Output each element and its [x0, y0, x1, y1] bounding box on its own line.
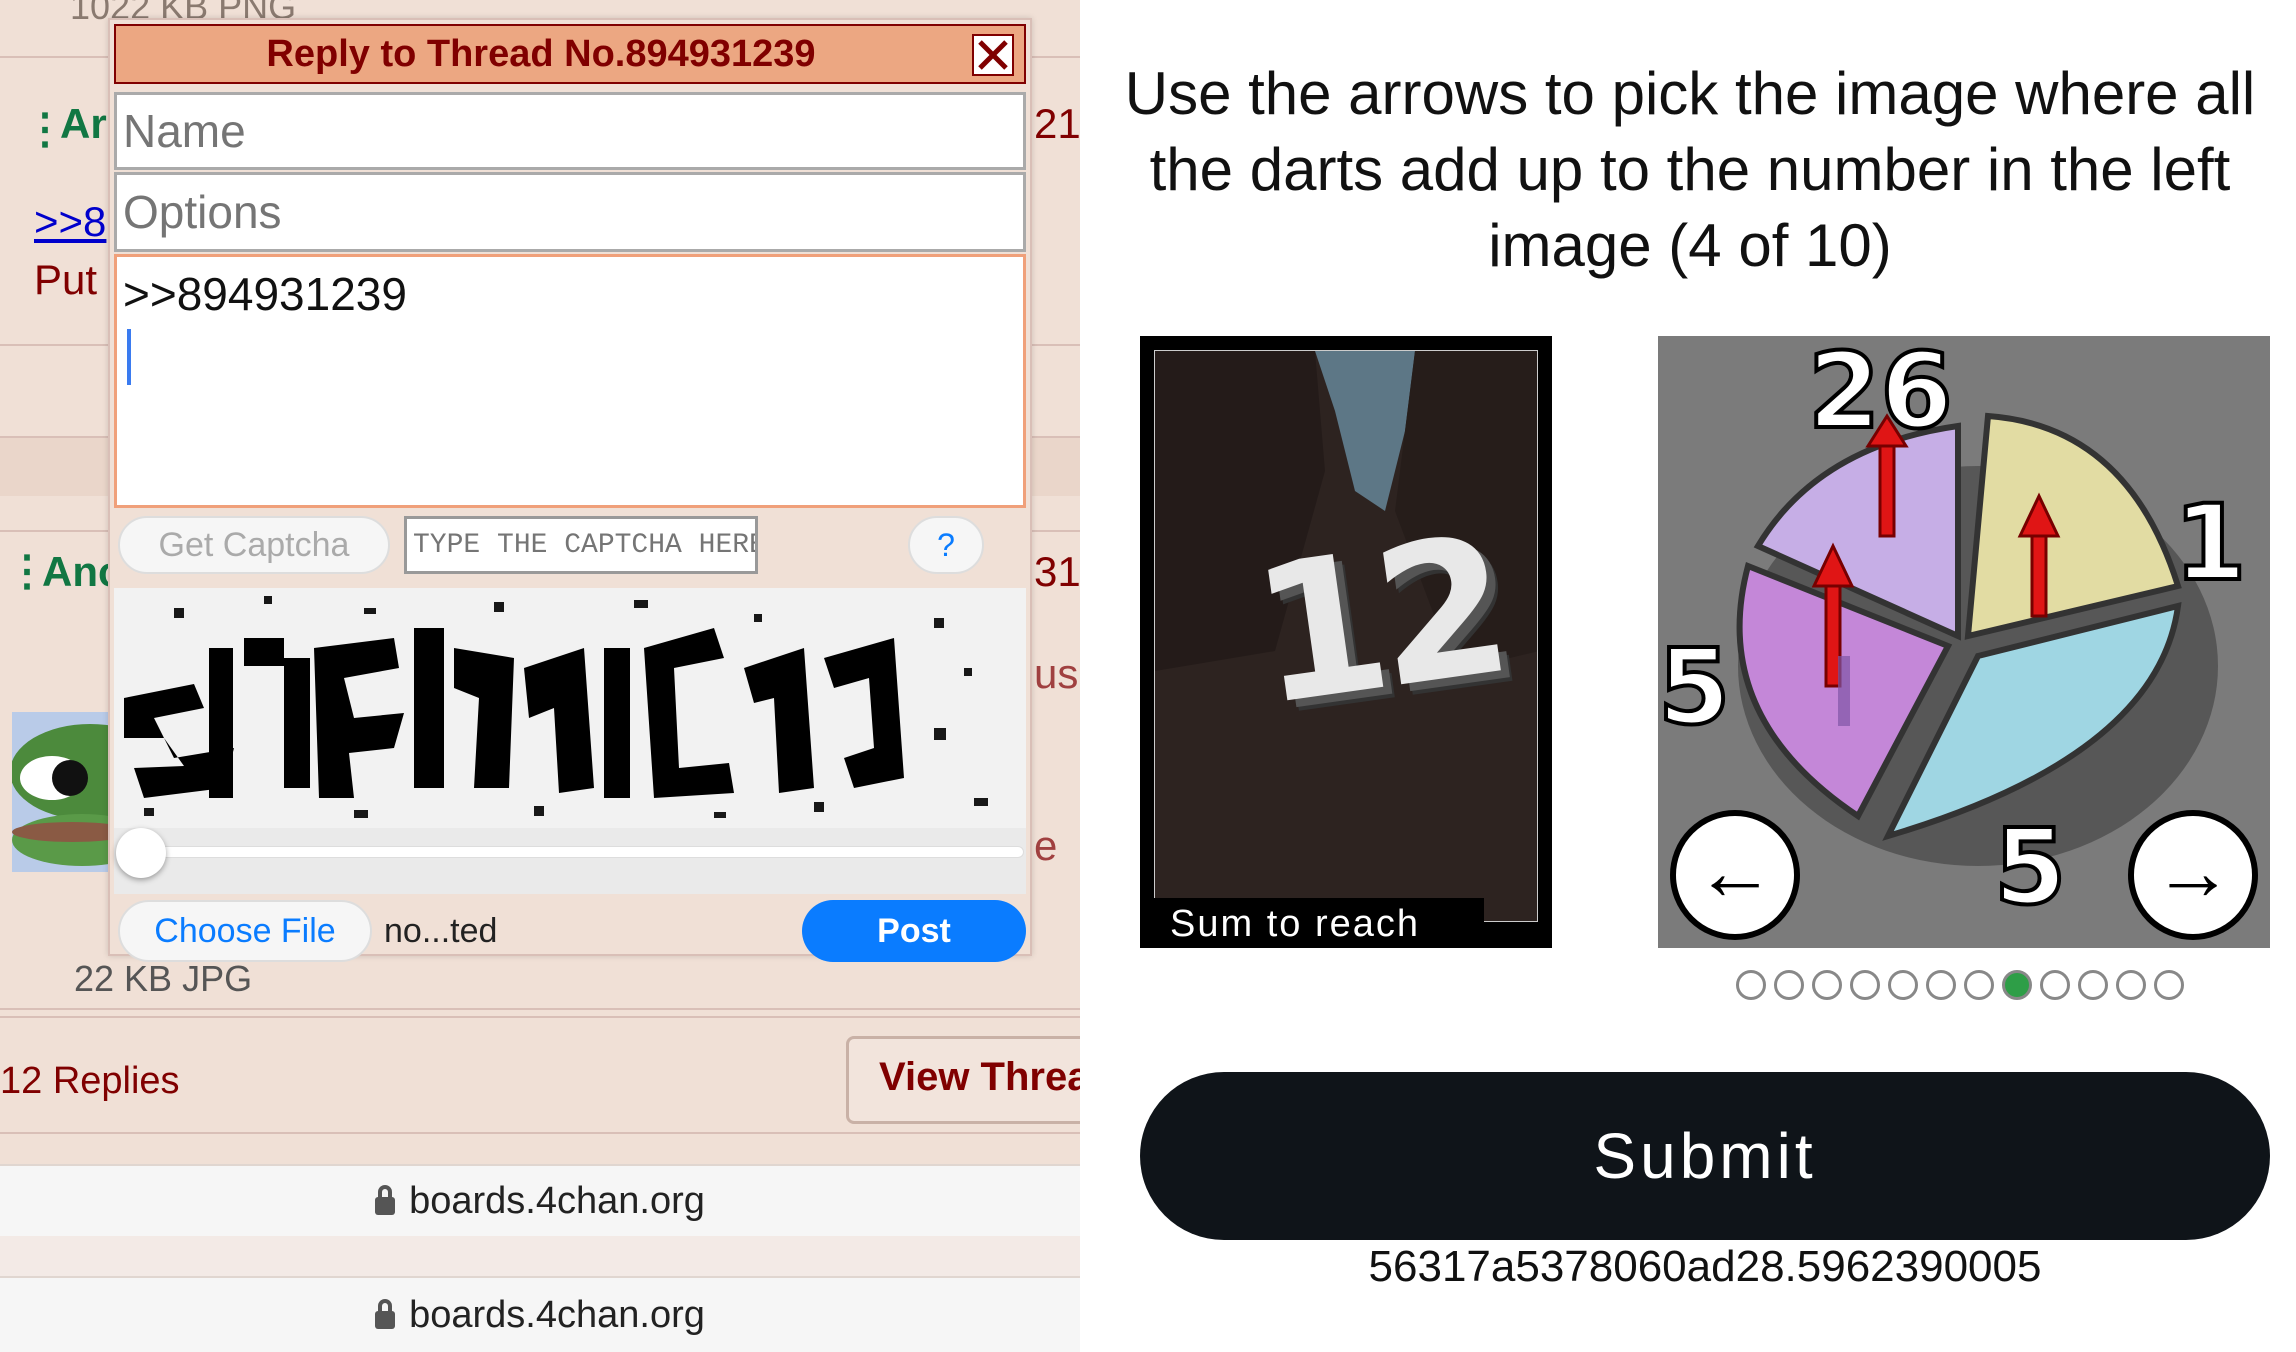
- quote-link[interactable]: >>8: [34, 198, 106, 246]
- url-text: boards.4chan.org: [409, 1180, 705, 1222]
- address-bar[interactable]: boards.4chan.org: [0, 1164, 1080, 1236]
- pagination-dot: [2078, 970, 2108, 1000]
- target-number: 12: [1240, 495, 1514, 748]
- pagination-dot: [2116, 970, 2146, 1000]
- post-text: Put: [34, 256, 98, 303]
- quick-reply-header[interactable]: Reply to Thread No.894931239: [114, 24, 1026, 84]
- segment-number: 26: [1806, 336, 1955, 454]
- poster-name: Ar: [60, 100, 107, 147]
- get-captcha-button[interactable]: Get Captcha: [118, 516, 390, 574]
- pagination-dot-active: [2002, 970, 2032, 1000]
- pagination-dot: [1812, 970, 1842, 1000]
- quick-reply-title: Reply to Thread No.894931239: [266, 33, 816, 75]
- session-id-text: 56317a5378060ad28.5962390005: [1368, 1242, 2042, 1291]
- captcha-slider-track[interactable]: [134, 846, 1024, 858]
- pagination-dot: [1888, 970, 1918, 1000]
- pagination-dot: [1926, 970, 1956, 1000]
- segment-number: 5: [1658, 624, 1732, 750]
- post-text-fragment: us: [1034, 650, 1079, 697]
- lock-icon: [375, 1299, 396, 1329]
- comment-text: >>894931239: [123, 268, 407, 320]
- replies-count: 12 Replies: [0, 1060, 180, 1102]
- captcha-slider-handle[interactable]: [116, 828, 166, 878]
- pagination-dot: [2154, 970, 2184, 1000]
- frog-thumbnail-image[interactable]: [12, 712, 112, 872]
- captcha-instruction: Use the arrows to pick the image where a…: [1124, 60, 2256, 279]
- next-arrow-button[interactable]: →: [2128, 810, 2258, 940]
- segment-number: 1: [2172, 480, 2248, 606]
- pagination-dot: [1774, 970, 1804, 1000]
- segment-number: 5: [1992, 804, 2068, 930]
- choose-file-button[interactable]: Choose File: [118, 900, 372, 962]
- dartboard-choice-image: 26 1 5 5 ← →: [1658, 336, 2270, 948]
- target-sum-image: 12 Sum to reach: [1140, 336, 1552, 948]
- pagination-dot: [2040, 970, 2070, 1000]
- file-status-text: no...ted: [384, 912, 498, 950]
- post-text-fragment: e: [1034, 822, 1058, 869]
- submit-button[interactable]: Submit: [1140, 1072, 2270, 1240]
- captcha-image: [114, 588, 1026, 894]
- post-button[interactable]: Post: [802, 900, 1026, 962]
- captcha-help-button[interactable]: ?: [908, 516, 984, 574]
- address-bar-content: boards.4chan.org: [0, 1294, 1080, 1337]
- target-caption: Sum to reach: [1154, 898, 1484, 948]
- address-bar[interactable]: boards.4chan.org: [0, 1276, 1080, 1352]
- pagination-dot: [1736, 970, 1766, 1000]
- comment-textarea[interactable]: >>894931239: [114, 254, 1026, 508]
- file-size-text: 22 KB JPG: [74, 958, 253, 999]
- options-field[interactable]: [114, 172, 1026, 252]
- address-bar-content: boards.4chan.org: [0, 1180, 1080, 1223]
- post-number-fragment: 31: [1034, 548, 1080, 595]
- view-thread-button[interactable]: View Threa: [846, 1036, 1080, 1124]
- url-text: boards.4chan.org: [409, 1294, 705, 1336]
- name-field[interactable]: [114, 92, 1026, 170]
- pagination-dot: [1850, 970, 1880, 1000]
- text-cursor: [127, 329, 131, 385]
- post-number-fragment: 21: [1034, 100, 1080, 147]
- previous-arrow-button[interactable]: ←: [1670, 810, 1800, 940]
- quick-reply-window: Reply to Thread No.894931239 >>894931239…: [108, 18, 1032, 962]
- forum-panel: 1022 KB PNG ⋮ Ar 21 >>8 Put ⋮ Ano 31 us …: [0, 0, 1080, 1352]
- view-thread-label: View Threa: [879, 1055, 1080, 1099]
- lock-icon: [375, 1185, 396, 1215]
- arkose-captcha-panel: Use the arrows to pick the image where a…: [1080, 0, 2296, 1352]
- tab-gap: [0, 1236, 1080, 1276]
- captcha-input[interactable]: [404, 516, 758, 574]
- target-image-scene: 12: [1154, 350, 1538, 922]
- pagination-dot: [1964, 970, 1994, 1000]
- close-icon[interactable]: [972, 34, 1014, 76]
